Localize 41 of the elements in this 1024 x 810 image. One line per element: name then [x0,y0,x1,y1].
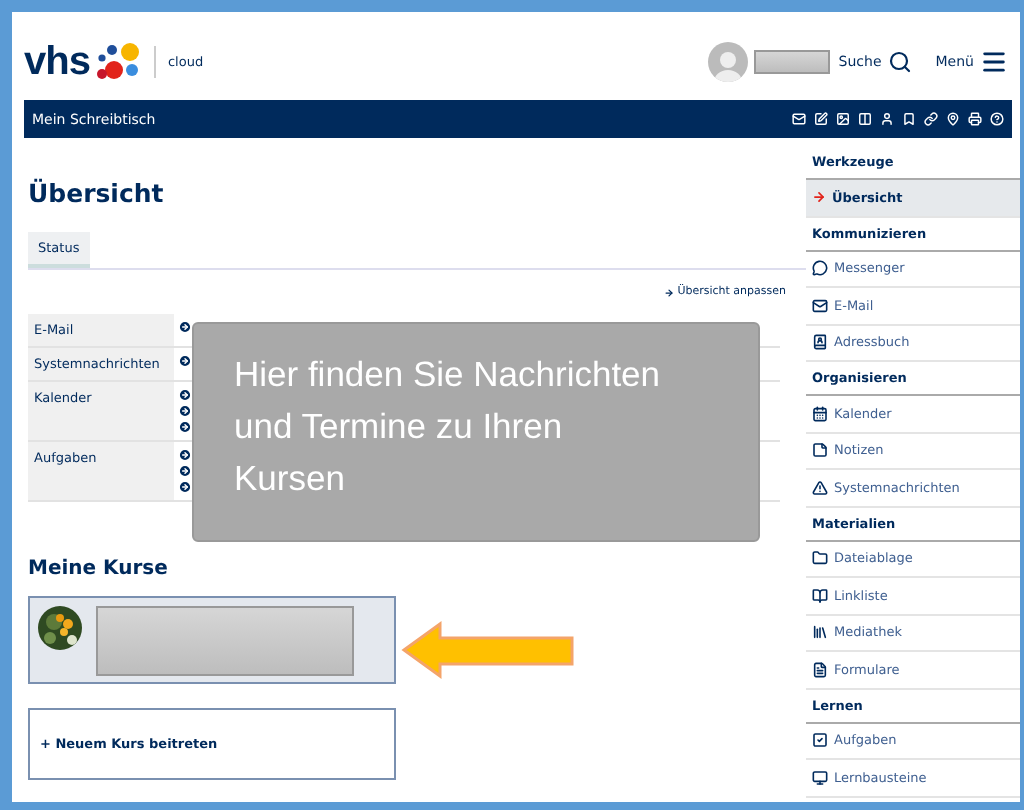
arrow-icon [812,190,826,205]
calendar-icon [812,405,828,422]
arrow-icon [663,287,674,297]
redacted-username [754,50,831,74]
arrow-icon[interactable] [178,480,192,494]
arrow-icon[interactable] [178,420,192,434]
pin-icon[interactable] [946,112,960,126]
note-icon [812,442,828,459]
search-icon[interactable] [887,50,912,74]
arrow-icon[interactable] [178,354,192,368]
help-icon[interactable] [990,112,1004,126]
folder-icon [812,550,828,567]
section-title: Meine Kurse [28,558,170,580]
columns-icon[interactable] [858,112,872,126]
address-book-icon [812,334,828,351]
arrow-icon[interactable] [178,404,192,418]
menu-icon[interactable] [980,48,1008,76]
logo-text: vhs [24,39,90,85]
link-icon[interactable] [924,112,938,126]
checkbox-icon [812,732,828,749]
monitor-icon [812,769,828,786]
mail-icon[interactable] [792,112,806,126]
mail-icon [812,297,828,314]
callout-text: Hier finden Sie Nachrichten und Termine zu Ihren Kursen [192,322,760,542]
library-icon [812,624,828,641]
arrow-icon[interactable] [178,320,192,334]
chat-icon [812,260,828,277]
arrow-pointer-icon [400,620,580,680]
printer-icon[interactable] [968,112,982,126]
edit-icon[interactable] [814,112,828,126]
warning-icon [812,479,828,496]
image-icon[interactable] [836,112,850,126]
page-title: Übersicht [28,178,166,208]
person-icon[interactable] [880,112,894,126]
book-icon [812,587,828,604]
bookmark-icon[interactable] [902,112,916,126]
arrow-icon[interactable] [178,388,192,402]
course-card[interactable] [28,596,396,684]
document-icon [812,661,828,678]
arrow-icon[interactable] [178,464,192,478]
arrow-icon[interactable] [178,448,192,462]
